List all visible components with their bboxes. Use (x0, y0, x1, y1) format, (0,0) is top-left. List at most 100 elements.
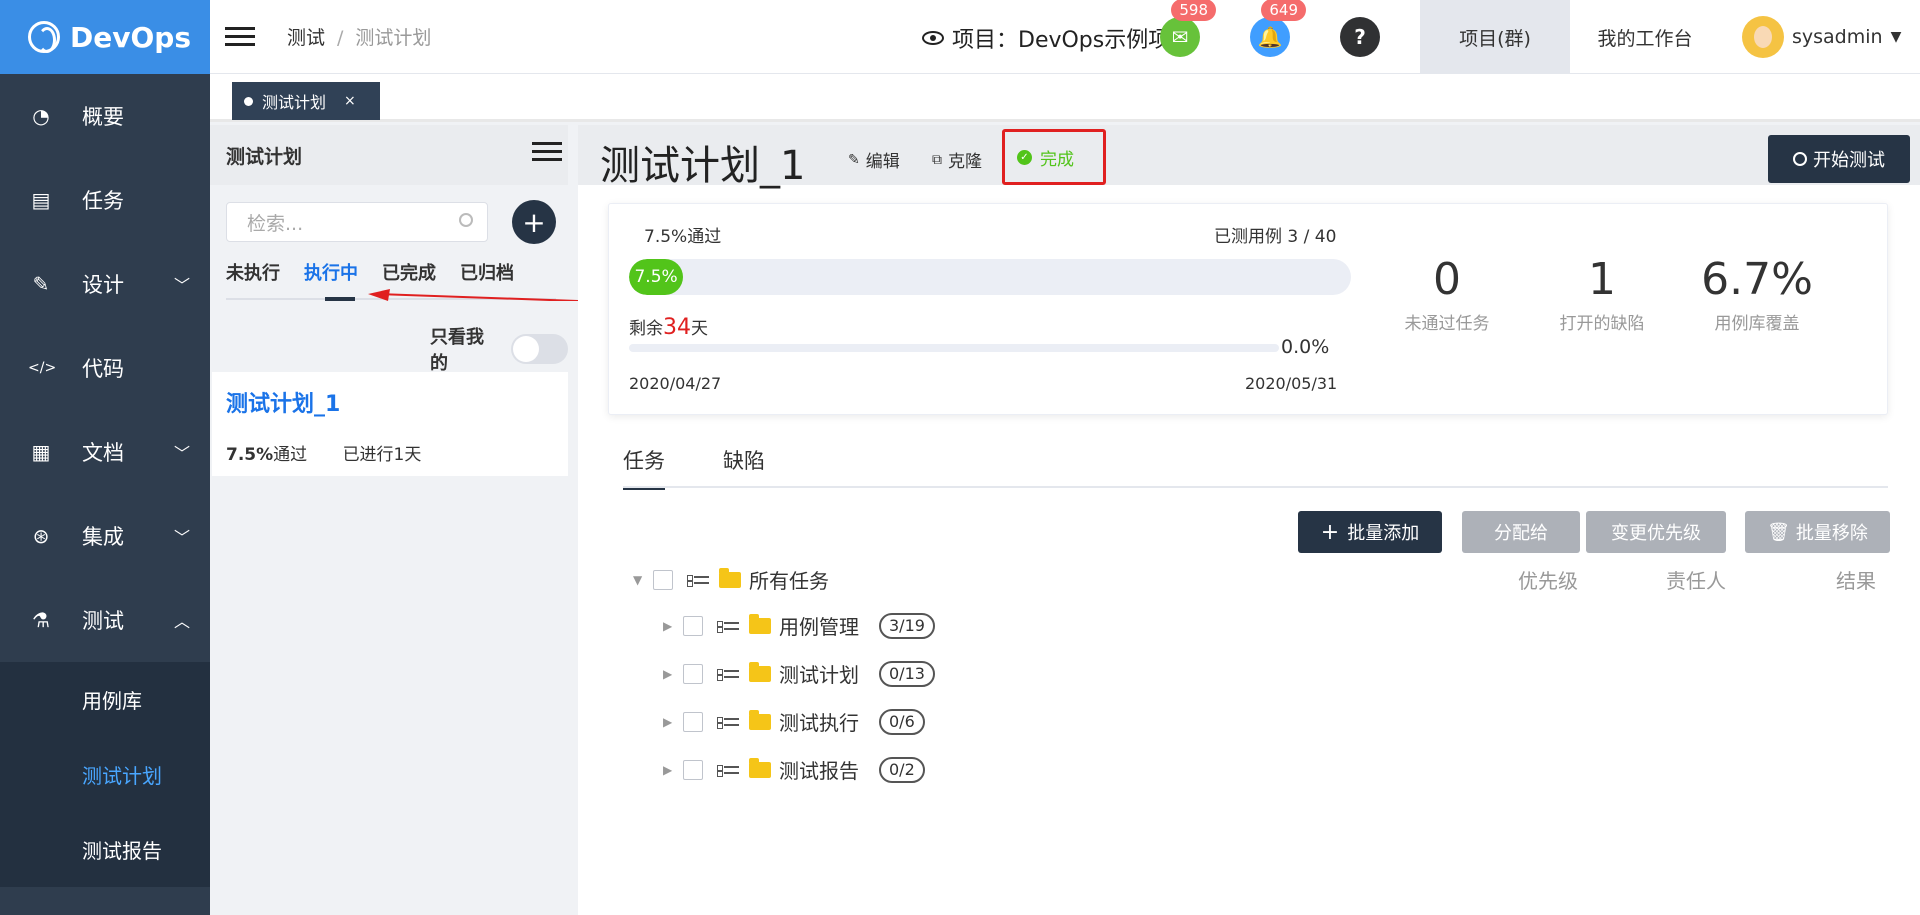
plan-detail: 测试计划_1 ✎ 编辑 ⧉ 克隆 ✓ 完成 开始测试 7.5%通过 已测用例 3 / … (578, 125, 1920, 915)
plan-meta: 7.5%通过 已进行1天 (226, 440, 554, 465)
add-plan-button[interactable]: + (512, 200, 556, 244)
plan-list-item[interactable]: 测试计划_1 7.5%通过 已进行1天 (212, 372, 568, 476)
time-progress-percent: 0.0% (1281, 336, 1330, 358)
tab-archived[interactable]: 已归档 (460, 259, 514, 285)
avatar (1742, 16, 1784, 58)
batch-add-label: 批量添加 (1347, 523, 1420, 544)
end-date: 2020/05/31 (1245, 374, 1338, 393)
kpi-open-defects: 1 打开的缺陷 (1522, 254, 1682, 334)
sidebar-item-label: 任务 (82, 189, 124, 213)
copy-icon: ⧉ (932, 151, 942, 168)
clone-label: 克隆 (948, 152, 982, 172)
page-tab-test-plan[interactable]: 测试计划 × (232, 82, 380, 120)
plan-status-tabs: 未执行 执行中 已完成 已归档 (226, 259, 538, 285)
caret-down-icon[interactable]: ▼ (633, 573, 653, 587)
sidebar-item-label: 设计 (82, 273, 124, 297)
assign-button[interactable]: 分配给 (1462, 511, 1580, 553)
kpi-label: 用例库覆盖 (1714, 314, 1800, 334)
submenu-item-case-library[interactable]: 用例库 (0, 662, 210, 737)
folder-icon (749, 709, 771, 730)
sidebar-item-integration[interactable]: ⊛ 集成 ﹀ (0, 494, 210, 578)
tree-root-row: ▼ 所有任务 (633, 565, 829, 594)
menu-toggle-icon[interactable] (225, 22, 255, 51)
caret-right-icon[interactable]: ▶ (663, 667, 683, 681)
breadcrumb-item[interactable]: 测试 (287, 27, 325, 49)
close-icon[interactable]: × (344, 93, 356, 109)
active-dot-icon (244, 96, 253, 106)
bell-icon: 🔔 (1257, 25, 1283, 49)
submenu-item-test-report[interactable]: 测试报告 (0, 812, 210, 887)
kpi-value: 6.7% (1701, 254, 1813, 305)
only-mine-label: 只看我的 (430, 327, 484, 374)
edit-button[interactable]: ✎ 编辑 (848, 147, 900, 173)
only-mine-switch[interactable] (510, 334, 568, 364)
sidebar-item-docs[interactable]: ▦ 文档 ﹀ (0, 410, 210, 494)
list-menu-icon[interactable] (532, 137, 562, 166)
caret-right-icon[interactable]: ▶ (663, 763, 683, 777)
check-circle-icon: ✓ (1017, 149, 1032, 165)
pass-progress-fill: 7.5% (629, 259, 684, 295)
tree-row[interactable]: ▶ 测试计划 0/13 (663, 659, 935, 688)
change-priority-button[interactable]: 变更优先级 (1586, 511, 1726, 553)
annotation-arrow-icon (368, 289, 578, 301)
tree-row[interactable]: ▶ 用例管理 3/19 (663, 611, 935, 640)
design-icon: ✎ (32, 272, 50, 296)
list-icon (717, 666, 739, 682)
notification-button[interactable]: 🔔 649 (1250, 0, 1306, 57)
sidebar-item-label: 概要 (82, 105, 124, 129)
tab-tasks[interactable]: 任务 (623, 445, 665, 490)
tree-row[interactable]: ▶ 测试执行 0/6 (663, 707, 925, 736)
help-button[interactable]: ? (1340, 17, 1380, 57)
plan-pass-label: 通过 (273, 445, 308, 465)
complete-button[interactable]: ✓ 完成 (1002, 129, 1106, 185)
search-icon[interactable] (459, 213, 473, 227)
row-checkbox[interactable] (683, 615, 703, 636)
plan-name[interactable]: 测试计划_1 (226, 386, 554, 418)
active-tab-indicator (325, 297, 355, 301)
tab-defects[interactable]: 缺陷 (723, 445, 765, 490)
message-button[interactable]: ✉ 598 (1160, 0, 1216, 57)
sidebar-item-test[interactable]: ⚗ 测试 ︿ (0, 578, 210, 662)
project-label: 项目：DevOps示例项目 (952, 28, 1193, 53)
flask-icon: ⚗ (32, 608, 50, 632)
plan-detail-header: 测试计划_1 ✎ 编辑 ⧉ 克隆 ✓ 完成 开始测试 (578, 125, 1920, 189)
devops-logo-icon (28, 21, 60, 53)
complete-label: 完成 (1040, 149, 1074, 170)
start-test-label: 开始测试 (1813, 150, 1885, 171)
logo[interactable]: DevOps (0, 0, 210, 74)
folder-icon (749, 661, 771, 682)
row-checkbox[interactable] (683, 759, 703, 780)
plan-list-panel: 测试计划 检索... + 未执行 执行中 已完成 已归档 只看我的 测试计划_1… (210, 125, 568, 915)
sidebar-item-design[interactable]: ✎ 设计 ﹀ (0, 242, 210, 326)
document-icon: ▦ (31, 440, 51, 464)
nav-project-group[interactable]: 项目(群) (1420, 0, 1570, 74)
search-input[interactable]: 检索... (226, 202, 488, 242)
sidebar-item-overview[interactable]: ◔ 概要 (0, 74, 210, 158)
sidebar-item-label: 集成 (82, 525, 124, 549)
plan-elapsed: 已进行1天 (342, 445, 422, 465)
start-test-button[interactable]: 开始测试 (1768, 135, 1910, 183)
batch-remove-button[interactable]: 🗑 批量移除 (1745, 511, 1890, 553)
breadcrumb-current: 测试计划 (355, 27, 432, 49)
select-all-checkbox[interactable] (653, 569, 673, 590)
tree-row-label: 测试执行 (779, 711, 859, 735)
tab-not-started[interactable]: 未执行 (226, 259, 280, 285)
row-checkbox[interactable] (683, 711, 703, 732)
project-selector[interactable]: 项目：DevOps示例项目 (922, 22, 1192, 54)
sidebar-item-code[interactable]: </> 代码 (0, 326, 210, 410)
caret-right-icon[interactable]: ▶ (663, 619, 683, 633)
clone-button[interactable]: ⧉ 克隆 (932, 147, 982, 173)
detail-tabs: 任务 缺陷 (623, 445, 823, 490)
plan-list-header: 测试计划 (210, 125, 568, 185)
tab-completed[interactable]: 已完成 (382, 259, 436, 285)
user-menu[interactable]: sysadmin ▼ (1742, 16, 1901, 58)
tab-in-progress[interactable]: 执行中 (304, 259, 358, 285)
batch-add-button[interactable]: + 批量添加 (1298, 511, 1442, 553)
caret-right-icon[interactable]: ▶ (663, 715, 683, 729)
sidebar-item-task[interactable]: ▤ 任务 (0, 158, 210, 242)
submenu-item-test-plan[interactable]: 测试计划 (0, 737, 210, 812)
tree-row[interactable]: ▶ 测试报告 0/2 (663, 755, 925, 784)
nav-my-workbench[interactable]: 我的工作台 (1570, 0, 1720, 74)
top-bar: 测试 / 测试计划 项目：DevOps示例项目 ✉ 598 🔔 649 ? 项目(群… (210, 0, 1920, 74)
row-checkbox[interactable] (683, 663, 703, 684)
